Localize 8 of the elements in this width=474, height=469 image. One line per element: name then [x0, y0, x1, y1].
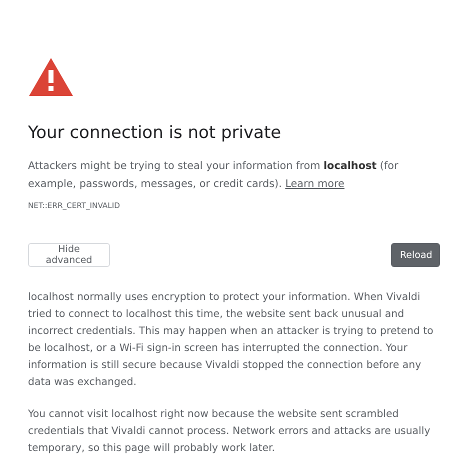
details-paragraph: localhost normally uses encryption to protect your information. When Vivaldi tried to connect to localhost this time, the website sent back unusual and incorrect credentials. This may happen when an attacker is trying to pretend to be localhost, or a Wi-Fi sign-in screen has interrupted the connection. Your information is still secure because Vivaldi stopped the connection before any data was exchanged. — [28, 291, 434, 390]
warning-icon — [28, 57, 74, 97]
learn-more-link[interactable]: Learn more — [285, 178, 344, 190]
details-paragraph: You cannot visit localhost right now because the website sent scrambled credentials that Vivaldi cannot process. Network errors and attacks are usually temporary, so this page will probably work later. — [28, 408, 432, 456]
hide-advanced-button[interactable]: Hide advanced — [28, 243, 110, 267]
reload-button[interactable]: Reload — [391, 243, 440, 267]
summary-text: Attackers might be trying to steal your information from localhost (for example, passwords, messages, or credit cards). Learn more — [28, 159, 400, 192]
page-heading: Your connection is not private — [28, 123, 282, 143]
